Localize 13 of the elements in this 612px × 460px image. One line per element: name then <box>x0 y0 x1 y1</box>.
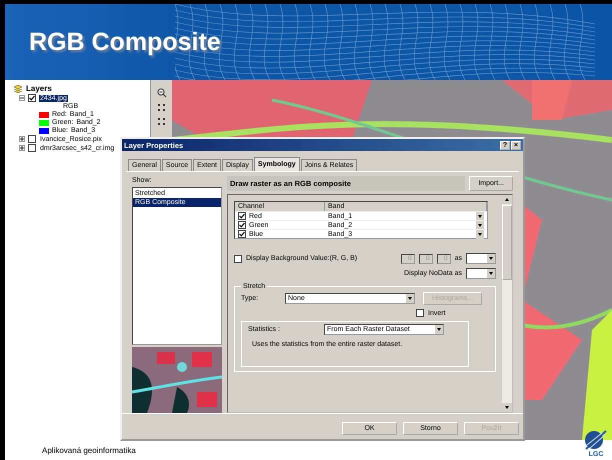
slide-title: RGB Composite <box>29 28 221 56</box>
zoom-out-icon[interactable] <box>156 88 166 98</box>
expand-icon[interactable] <box>19 136 25 142</box>
collapse-icon[interactable] <box>19 95 25 101</box>
grid-icon[interactable] <box>158 104 166 112</box>
checkbox[interactable] <box>28 144 36 152</box>
grid-icon[interactable] <box>158 118 166 126</box>
layers-icon <box>13 84 23 92</box>
footer-text: Aplikovaná geoinformatika <box>42 446 136 454</box>
toc-root: Layers <box>26 84 52 93</box>
expand-icon[interactable] <box>19 145 25 151</box>
checkbox[interactable] <box>28 94 36 102</box>
checkbox[interactable] <box>28 135 36 143</box>
